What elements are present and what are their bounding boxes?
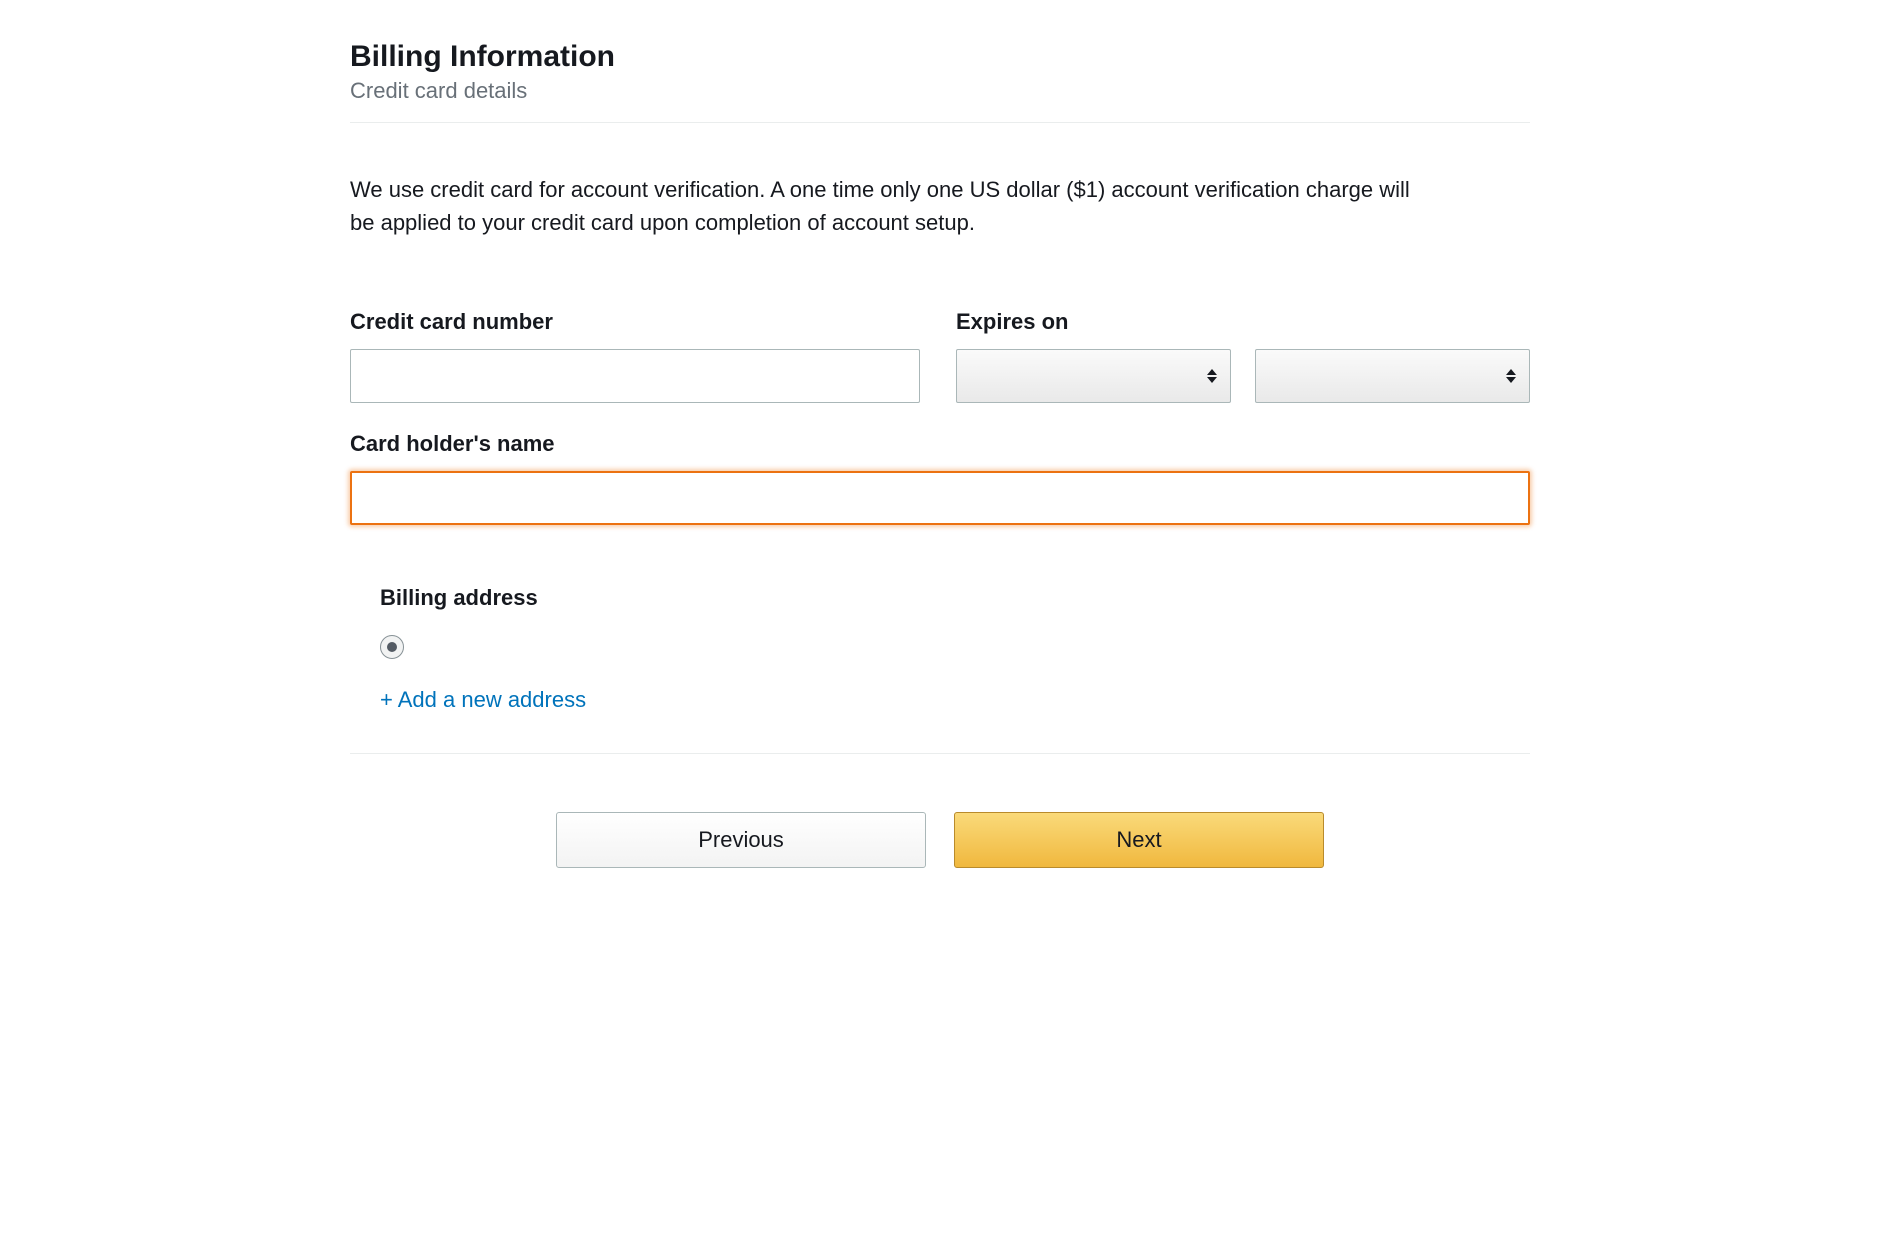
- page-title: Billing Information: [350, 40, 1530, 74]
- previous-button[interactable]: Previous: [556, 812, 926, 868]
- verification-description: We use credit card for account verificat…: [350, 173, 1410, 239]
- expires-label: Expires on: [956, 309, 1530, 335]
- cardholder-input[interactable]: [350, 471, 1530, 525]
- cc-number-input[interactable]: [350, 349, 920, 403]
- billing-address-radio[interactable]: [380, 635, 404, 659]
- billing-address-label: Billing address: [380, 585, 1530, 611]
- cc-number-label: Credit card number: [350, 309, 920, 335]
- add-new-address-link[interactable]: + Add a new address: [380, 687, 586, 712]
- cardholder-label: Card holder's name: [350, 431, 1530, 457]
- page-subtitle: Credit card details: [350, 78, 1530, 104]
- radio-dot-icon: [387, 642, 397, 652]
- expires-year-select[interactable]: [1255, 349, 1530, 403]
- footer-divider: [350, 753, 1530, 754]
- next-button[interactable]: Next: [954, 812, 1324, 868]
- header-divider: [350, 122, 1530, 123]
- expires-month-select[interactable]: [956, 349, 1231, 403]
